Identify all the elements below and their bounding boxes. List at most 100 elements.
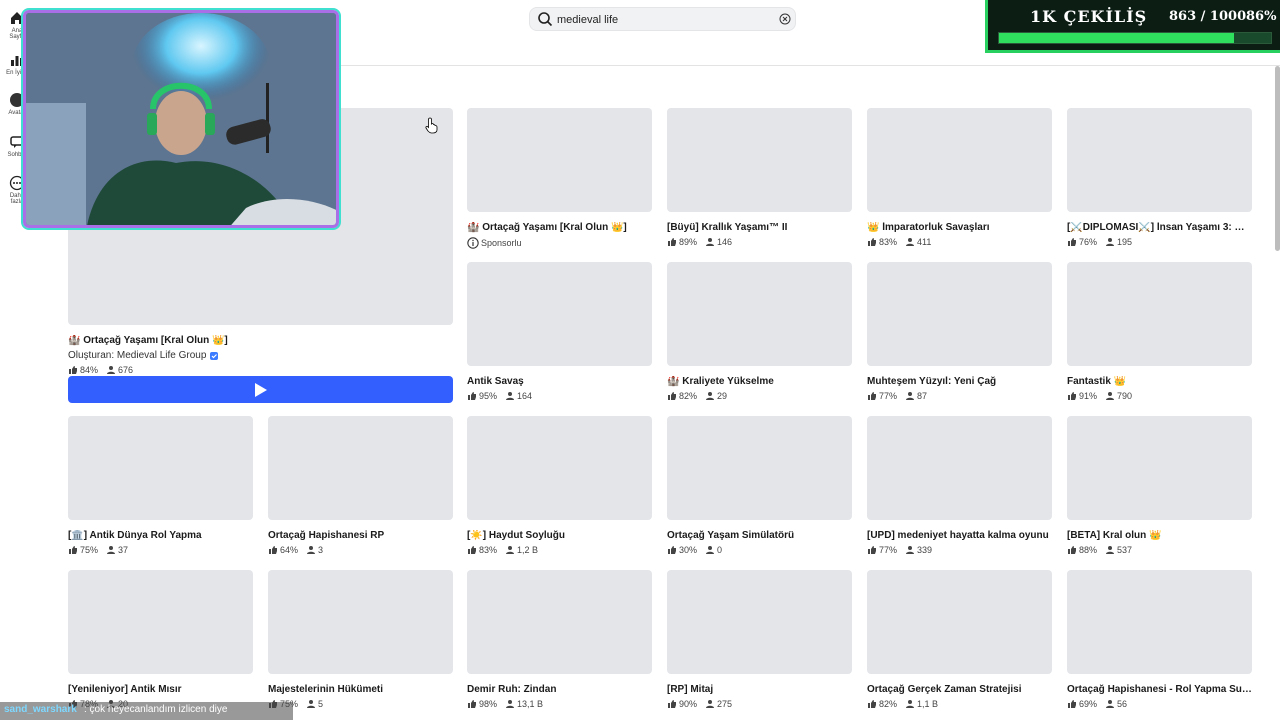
game-card[interactable]: [BETA] Kral olun 👑 88% 537 [1067,416,1252,555]
game-card[interactable]: [Yenileniyor] Antik Mısır78%20 [68,570,253,709]
game-title[interactable]: Ortaçağ Hapishanesi - Rol Yapma Sunu... [1067,684,1252,695]
game-title[interactable]: Demir Ruh: Zindan [467,684,652,695]
game-title[interactable]: [BETA] Kral olun 👑 [1067,530,1252,541]
search-input[interactable] [557,11,767,28]
game-card[interactable]: Demir Ruh: Zindan 98% 13,1 B [467,570,652,709]
creator-label[interactable]: Oluşturan: Medieval Life Group [68,350,206,361]
game-card[interactable]: Antik Savaş 95% 164 [467,262,652,401]
game-title[interactable]: Majestelerinin Hükümeti [268,684,453,695]
game-thumbnail[interactable] [667,262,852,366]
giveaway-overlay: 1K ÇEKİLİŞ 863 / 1000 86% [985,0,1280,53]
player-count: 56 [1117,699,1128,709]
game-thumbnail[interactable] [867,262,1052,366]
giveaway-percent: 86% [1246,9,1277,24]
game-thumbnail[interactable] [68,416,253,520]
game-title[interactable]: Ortaçağ Yaşam Simülatörü [667,530,852,541]
rating-value: 88% [1079,545,1098,555]
game-card[interactable]: [🏛️] Antik Dünya Rol Yapma 75% 37 [68,416,253,555]
game-title[interactable]: [Büyü] Krallık Yaşamı™ II [667,222,852,233]
player-count: 37 [118,545,129,555]
game-thumbnail[interactable] [1067,262,1252,366]
game-thumbnail[interactable] [1067,416,1252,520]
players-icon [1106,700,1115,708]
game-thumbnail[interactable] [1067,570,1252,674]
player-count: 275 [717,699,733,709]
rating-value: 82% [879,699,898,709]
game-card[interactable]: [☀️] Haydut Soyluğu 83% 1,2 B [467,416,652,555]
game-thumbnail[interactable] [268,416,453,520]
game-thumbnail[interactable] [667,570,852,674]
game-card[interactable]: 👑 İmparatorluk Savaşları 83% 411 [867,108,1052,247]
scrollbar[interactable] [1275,66,1280,251]
streamer-video [26,13,336,225]
game-thumbnail[interactable] [667,108,852,212]
chat-message: : çok heyecanlandım izlicen diye [84,704,228,715]
game-stats: 88% 537 [1067,545,1252,555]
game-card[interactable]: Ortaçağ Gerçek Zaman Stratejisi 82% 1,1 B [867,570,1052,709]
player-count: 0 [717,545,723,555]
player-count: 13,1 B [517,699,544,709]
game-title[interactable]: [Yenileniyor] Antik Mısır [68,684,253,695]
sponsored-game-card[interactable]: 🏰 Ortaçağ Yaşamı [Kral Olun 👑] Sponsorlu [467,108,652,249]
game-title[interactable]: Fantastik 👑 [1067,376,1252,387]
thumbs-up-icon [868,238,876,246]
clear-icon[interactable] [779,13,791,25]
game-thumbnail[interactable] [268,570,453,674]
search-bar[interactable] [529,7,796,31]
game-stats: 75%5 [268,699,453,709]
creator-line: Oluşturan: Medieval Life Group [68,350,453,361]
game-title[interactable]: 🏰 Ortaçağ Yaşamı [Kral Olun 👑] [467,222,652,233]
players-icon [906,238,915,246]
rating-value: 82% [679,391,698,401]
game-card[interactable]: Ortaçağ Yaşam Simülatörü 30% 0 [667,416,852,555]
game-thumbnail[interactable] [667,416,852,520]
game-card[interactable]: Fantastik 👑 91% 790 [1067,262,1252,401]
game-card[interactable]: [UPD] medeniyet hayatta kalma oyunu 77% 33… [867,416,1052,555]
game-title[interactable]: Muhteşem Yüzyıl: Yeni Çağ [867,376,1052,387]
game-title[interactable]: [UPD] medeniyet hayatta kalma oyunu [867,530,1052,541]
game-thumbnail[interactable] [467,416,652,520]
game-stats: 77% 339 [867,545,1052,555]
game-stats: 83% 1,2 B [467,545,652,555]
player-count: 411 [917,237,932,247]
game-title[interactable]: 🏰 Ortaçağ Yaşamı [Kral Olun 👑] [68,335,453,346]
game-title[interactable]: Antik Savaş [467,376,652,387]
game-card[interactable]: Majestelerinin Hükümeti 75%5 [268,570,453,709]
game-stats: 95% 164 [467,391,652,401]
game-title[interactable]: 👑 İmparatorluk Savaşları [867,222,1052,233]
game-card[interactable]: Muhteşem Yüzyıl: Yeni Çağ 77% 87 [867,262,1052,401]
game-title[interactable]: Ortaçağ Gerçek Zaman Stratejisi [867,684,1052,695]
game-card[interactable]: [⚔️DIPLOMASI⚔️] İnsan Yaşamı 3: Med... 76… [1067,108,1252,247]
thumbs-up-icon [868,700,876,708]
game-thumbnail[interactable] [1067,108,1252,212]
play-button[interactable] [68,376,453,403]
game-title[interactable]: [⚔️DIPLOMASI⚔️] İnsan Yaşamı 3: Med... [1067,222,1252,233]
game-title[interactable]: [RP] Mitaj [667,684,852,695]
game-title[interactable]: Ortaçağ Hapishanesi RP [268,530,453,541]
game-stats: 76% 195 [1067,237,1252,247]
thumbs-up-icon [668,238,676,246]
play-icon [255,383,267,397]
thumbs-up-icon [668,392,676,400]
info-icon[interactable] [467,237,479,249]
game-thumbnail[interactable] [867,570,1052,674]
rating-value: 77% [879,391,898,401]
game-thumbnail[interactable] [467,262,652,366]
game-thumbnail[interactable] [467,570,652,674]
players-icon [706,700,715,708]
game-thumbnail[interactable] [68,570,253,674]
game-card[interactable]: [RP] Mitaj 90% 275 [667,570,852,709]
game-title[interactable]: [🏛️] Antik Dünya Rol Yapma [68,530,253,541]
game-card[interactable]: Ortaçağ Hapishanesi RP 64% 3 [268,416,453,555]
players-icon [1106,546,1115,554]
game-title[interactable]: 🏰 Kraliyete Yükselme [667,376,852,387]
game-card[interactable]: [Büyü] Krallık Yaşamı™ II 89% 146 [667,108,852,247]
game-card[interactable]: Ortaçağ Hapishanesi - Rol Yapma Sunu... 6… [1067,570,1252,709]
game-thumbnail[interactable] [867,108,1052,212]
webcam-overlay [23,10,339,228]
game-title[interactable]: [☀️] Haydut Soyluğu [467,530,652,541]
game-thumbnail[interactable] [867,416,1052,520]
giveaway-title: 1K ÇEKİLİŞ [1030,7,1148,26]
game-thumbnail[interactable] [467,108,652,212]
game-card[interactable]: 🏰 Kraliyete Yükselme 82% 29 [667,262,852,401]
